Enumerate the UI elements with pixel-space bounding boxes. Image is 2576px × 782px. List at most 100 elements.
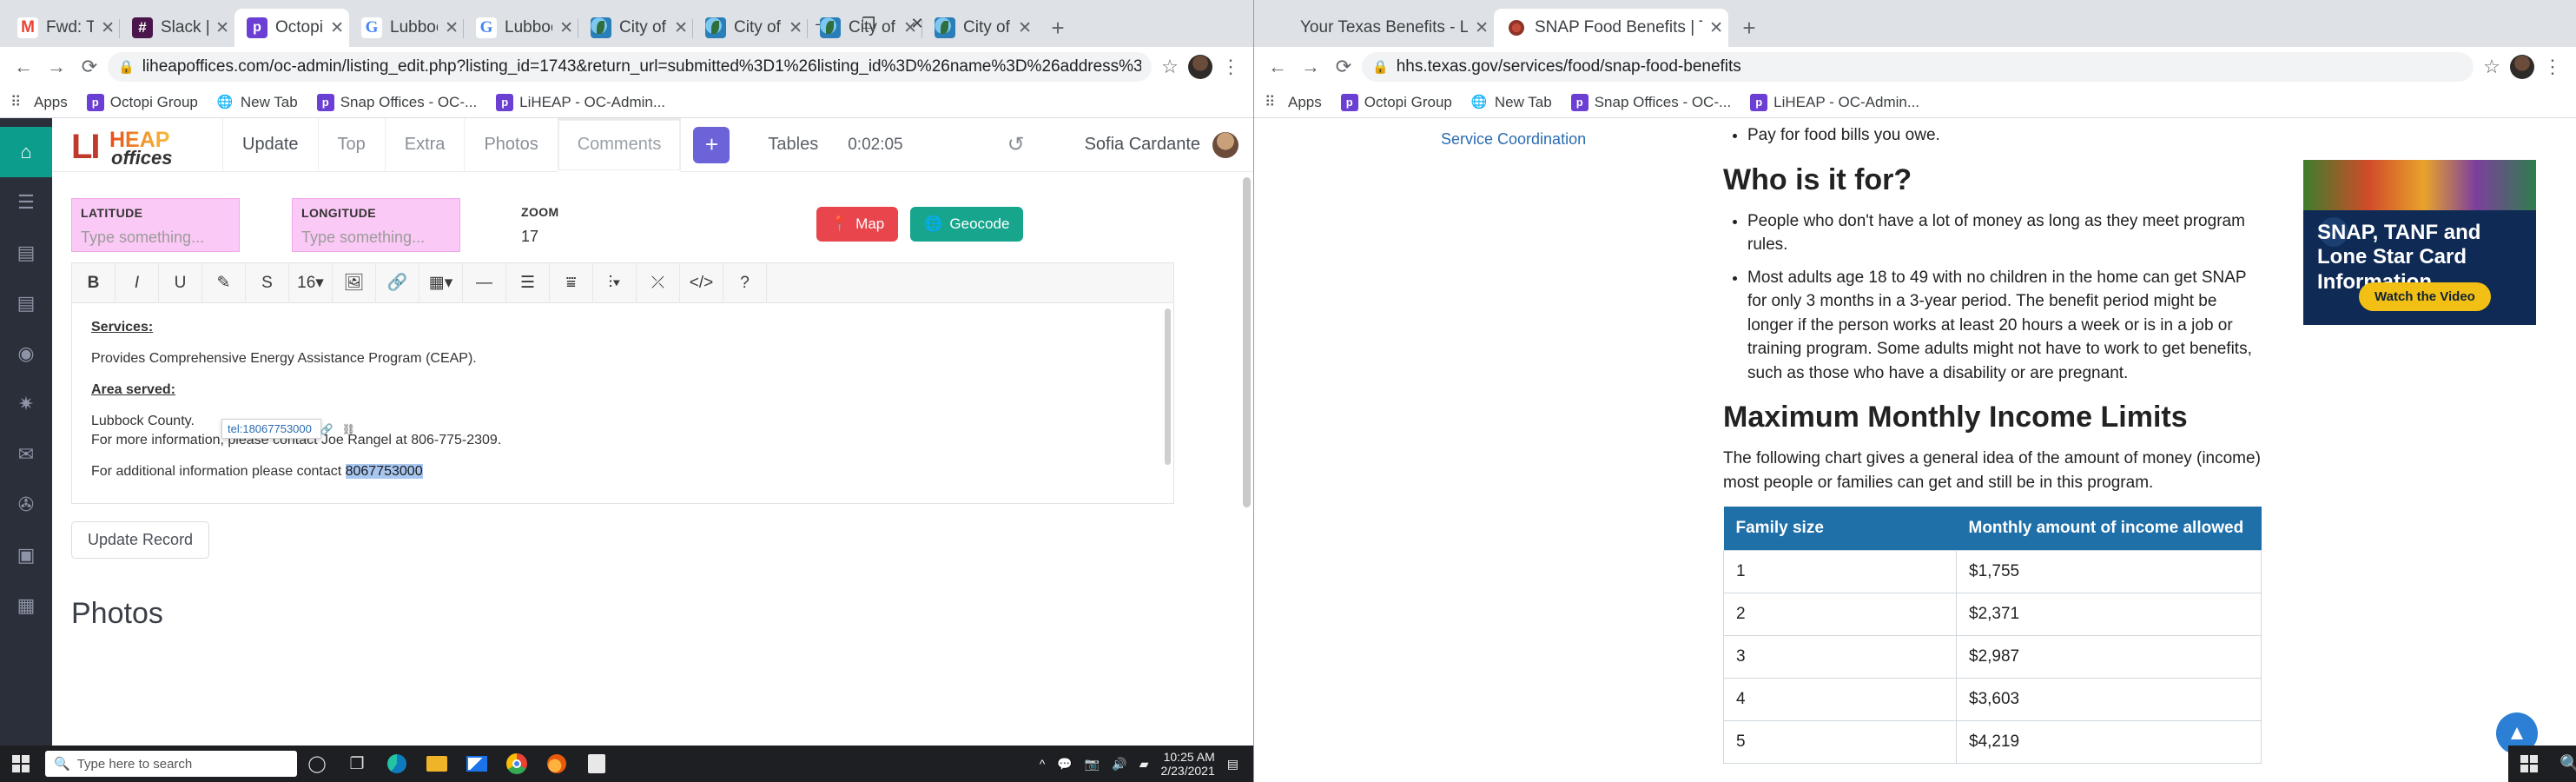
underline-icon[interactable]: U [159, 262, 202, 303]
bookmark-item-0[interactable]: Apps [1265, 94, 1322, 111]
sidebar-item-chart[interactable]: ▦ [0, 580, 52, 631]
unlink-icon[interactable]: ⛓ [342, 423, 355, 435]
browser-tab-3[interactable]: Lubbock C ✕ [349, 9, 464, 47]
forward-icon[interactable]: → [1296, 52, 1325, 82]
browser-tab-5[interactable]: City of Lub ✕ [578, 9, 693, 47]
link-popup-url[interactable]: tel:18067753000 [228, 422, 312, 435]
align-icon[interactable]: ⫶▾ [593, 262, 637, 303]
firefox-icon[interactable] [537, 746, 577, 782]
code-icon[interactable]: </> [680, 262, 723, 303]
bookmark-item-1[interactable]: Octopi Group [1340, 93, 1452, 111]
browser-tab-8[interactable]: City of Lub ✕ [922, 9, 1037, 47]
image-icon[interactable]: 🖼 [333, 262, 376, 303]
link-icon[interactable]: 🔗 [376, 262, 419, 303]
geocode-button[interactable]: 🌐 Geocode [910, 207, 1024, 242]
chrome-menu-icon[interactable]: ⋮ [2538, 52, 2567, 82]
editor-scrollbar[interactable] [1165, 308, 1171, 465]
map-button[interactable]: 📍 Map [816, 207, 899, 242]
tray-camera-icon[interactable]: 📷 [1085, 757, 1100, 771]
font-size-icon[interactable]: 16▾ [289, 262, 333, 303]
field-latitude[interactable]: LATITUDE Type something... [71, 198, 240, 252]
calculator-icon[interactable] [577, 746, 617, 782]
sidebar-item-image[interactable]: ▣ [0, 530, 52, 580]
watch-video-button[interactable]: Watch the Video [2359, 282, 2491, 311]
browser-tab-1[interactable]: Slack | ! Lo ✕ [120, 9, 234, 47]
sidebar-item-chat[interactable]: ✇ [0, 480, 52, 530]
field-zoom[interactable]: ZOOM 17 [512, 198, 669, 252]
reload-icon[interactable]: ⟳ [75, 52, 104, 82]
bookmark-star-icon[interactable]: ☆ [1155, 52, 1185, 82]
clock[interactable]: 10:25 AM 2/23/2021 [1160, 750, 1214, 778]
start-button[interactable] [0, 746, 42, 782]
close-tab-icon[interactable]: ✕ [674, 18, 688, 38]
taskview-icon[interactable]: ❐ [337, 746, 377, 782]
close-tab-icon[interactable]: ✕ [789, 18, 803, 38]
user-menu[interactable]: Sofia Cardante [1085, 131, 1238, 158]
tab-top[interactable]: Top [317, 117, 385, 172]
taskbar-search-input[interactable]: 🔍 Type here to search [45, 751, 297, 777]
back-icon[interactable]: ← [9, 52, 38, 82]
bullet-list-icon[interactable]: ☰ [506, 262, 550, 303]
sidebar-item-home[interactable]: ⌂ [0, 127, 52, 177]
forward-icon[interactable]: → [42, 52, 71, 82]
tray-volume-icon[interactable]: 🔊 [1112, 757, 1126, 771]
search-icon[interactable]: 🔍 [2550, 746, 2576, 782]
browser-tab-0[interactable]: Your Texas Benefits - Learn ✕ [1259, 9, 1494, 47]
vertical-scrollbar[interactable] [1243, 177, 1251, 507]
profile-avatar[interactable] [1188, 55, 1212, 79]
italic-icon[interactable]: I [116, 262, 159, 303]
service-coordination-link[interactable]: Service Coordination [1441, 130, 1586, 149]
numbered-list-icon[interactable]: ⩸ [550, 262, 593, 303]
sidebar-item-location[interactable]: ◉ [0, 328, 52, 379]
browser-tab-7[interactable]: City of Lub ✕ [808, 9, 922, 47]
close-tab-icon[interactable]: ✕ [1475, 18, 1489, 38]
new-tab-button[interactable]: + [1046, 17, 1070, 42]
edit-link-icon[interactable]: 🔗 [320, 423, 334, 435]
sidebar-item-document[interactable]: ▤ [0, 278, 52, 328]
sidebar-item-mail[interactable]: ✉ [0, 429, 52, 480]
browser-tab-0[interactable]: Fwd: Twitte ✕ [5, 9, 120, 47]
browser-tab-2[interactable]: Octopi Gro ✕ [234, 9, 349, 47]
highlight-icon[interactable]: ✎ [202, 262, 246, 303]
new-tab-button[interactable]: + [1737, 17, 1761, 42]
field-longitude[interactable]: LONGITUDE Type something... [292, 198, 460, 252]
bookmark-item-0[interactable]: Apps [10, 94, 68, 111]
add-button[interactable]: + [693, 126, 730, 163]
sidebar-item-settings[interactable]: ✷ [0, 379, 52, 429]
horizontal-rule-icon[interactable]: — [463, 262, 506, 303]
tray-network-icon[interactable]: ▰ [1139, 757, 1149, 771]
bookmark-item-3[interactable]: Snap Offices - OC-... [316, 93, 477, 111]
bookmark-item-1[interactable]: Octopi Group [86, 93, 198, 111]
bookmark-star-icon[interactable]: ☆ [2477, 52, 2507, 82]
profile-avatar[interactable] [2510, 55, 2534, 79]
close-tab-icon[interactable]: ✕ [1709, 18, 1723, 38]
tray-expand-icon[interactable]: ^ [1040, 757, 1046, 771]
link-popup[interactable]: tel:18067753000 🔗 ⛓ [221, 419, 355, 439]
undo-icon[interactable]: ↺ [1007, 132, 1025, 157]
editor-body[interactable]: Services: Provides Comprehensive Energy … [72, 303, 1173, 503]
tab-update[interactable]: Update [222, 117, 318, 172]
browser-tab-6[interactable]: City of Lub ✕ [693, 9, 808, 47]
strikethrough-icon[interactable]: S [246, 262, 289, 303]
close-tab-icon[interactable]: ✕ [445, 18, 459, 38]
promo-banner[interactable]: SNAP, TANF and Lone Star Card Informatio… [2303, 160, 2536, 325]
address-bar-right[interactable]: 🔒 hhs.texas.gov/services/food/snap-food-… [1362, 52, 2474, 82]
close-tab-icon[interactable]: ✕ [559, 18, 573, 38]
update-record-button[interactable]: Update Record [71, 521, 210, 559]
sidebar-item-grid[interactable]: ▤ [0, 228, 52, 278]
start-button[interactable] [2508, 746, 2550, 782]
address-bar-left[interactable]: 🔒 liheapoffices.com/oc-admin/listing_edi… [108, 52, 1152, 82]
browser-tab-4[interactable]: Lubbock C ✕ [464, 9, 578, 47]
clear-format-icon[interactable]: ⤫ [637, 262, 680, 303]
tray-chat-icon[interactable]: 💬 [1057, 757, 1072, 771]
table-icon[interactable]: ▦▾ [419, 262, 463, 303]
explorer-icon[interactable] [417, 746, 457, 782]
tables-button[interactable]: Tables [768, 135, 818, 155]
mail-icon[interactable] [457, 746, 497, 782]
close-tab-icon[interactable]: ✕ [215, 18, 229, 38]
bookmark-item-2[interactable]: New Tab [217, 94, 298, 111]
close-tab-icon[interactable]: ✕ [101, 18, 115, 38]
chrome-menu-icon[interactable]: ⋮ [1216, 52, 1245, 82]
reload-icon[interactable]: ⟳ [1329, 52, 1358, 82]
cortana-icon[interactable]: ◯ [297, 746, 337, 782]
